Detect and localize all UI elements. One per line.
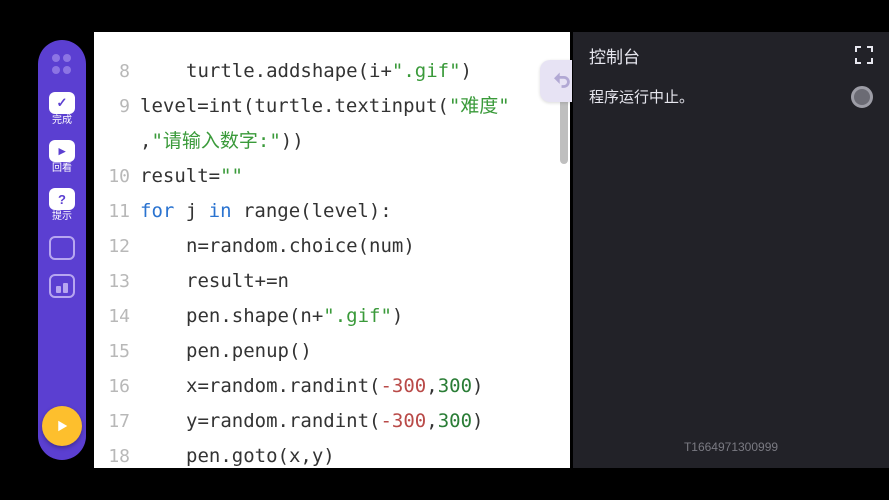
tv-icon: ▸ (49, 140, 75, 162)
nav-item-replay[interactable]: ▸ 回看 (49, 140, 75, 174)
line-number-gutter: 89101112131415161718 (94, 32, 136, 468)
code-editor[interactable]: 89101112131415161718 turtle.addshape(i+"… (94, 32, 570, 468)
nav-item-hint[interactable]: ? 提示 (49, 188, 75, 222)
sidebar: ✓ 完成 ▸ 回看 ? 提示 (38, 40, 86, 460)
layout-icon[interactable] (49, 274, 75, 298)
nav-label: 提示 (52, 212, 72, 222)
apps-icon[interactable] (52, 54, 72, 74)
nav-label: 完成 (52, 116, 72, 126)
console-message: 程序运行中止。 (589, 86, 694, 107)
run-button[interactable] (42, 406, 82, 446)
nav-item-complete[interactable]: ✓ 完成 (49, 92, 75, 126)
console-footer-id: T1664971300999 (573, 440, 889, 454)
files-icon[interactable] (49, 236, 75, 260)
code-content[interactable]: turtle.addshape(i+".gif")level=int(turtl… (140, 54, 560, 468)
fullscreen-icon[interactable] (855, 46, 873, 64)
help-icon: ? (49, 188, 75, 210)
record-icon[interactable] (851, 86, 873, 108)
console-title: 控制台 (589, 43, 640, 68)
nav-label: 回看 (52, 164, 72, 174)
console-panel: 控制台 程序运行中止。 T1664971300999 (572, 32, 889, 468)
check-icon: ✓ (49, 92, 75, 114)
